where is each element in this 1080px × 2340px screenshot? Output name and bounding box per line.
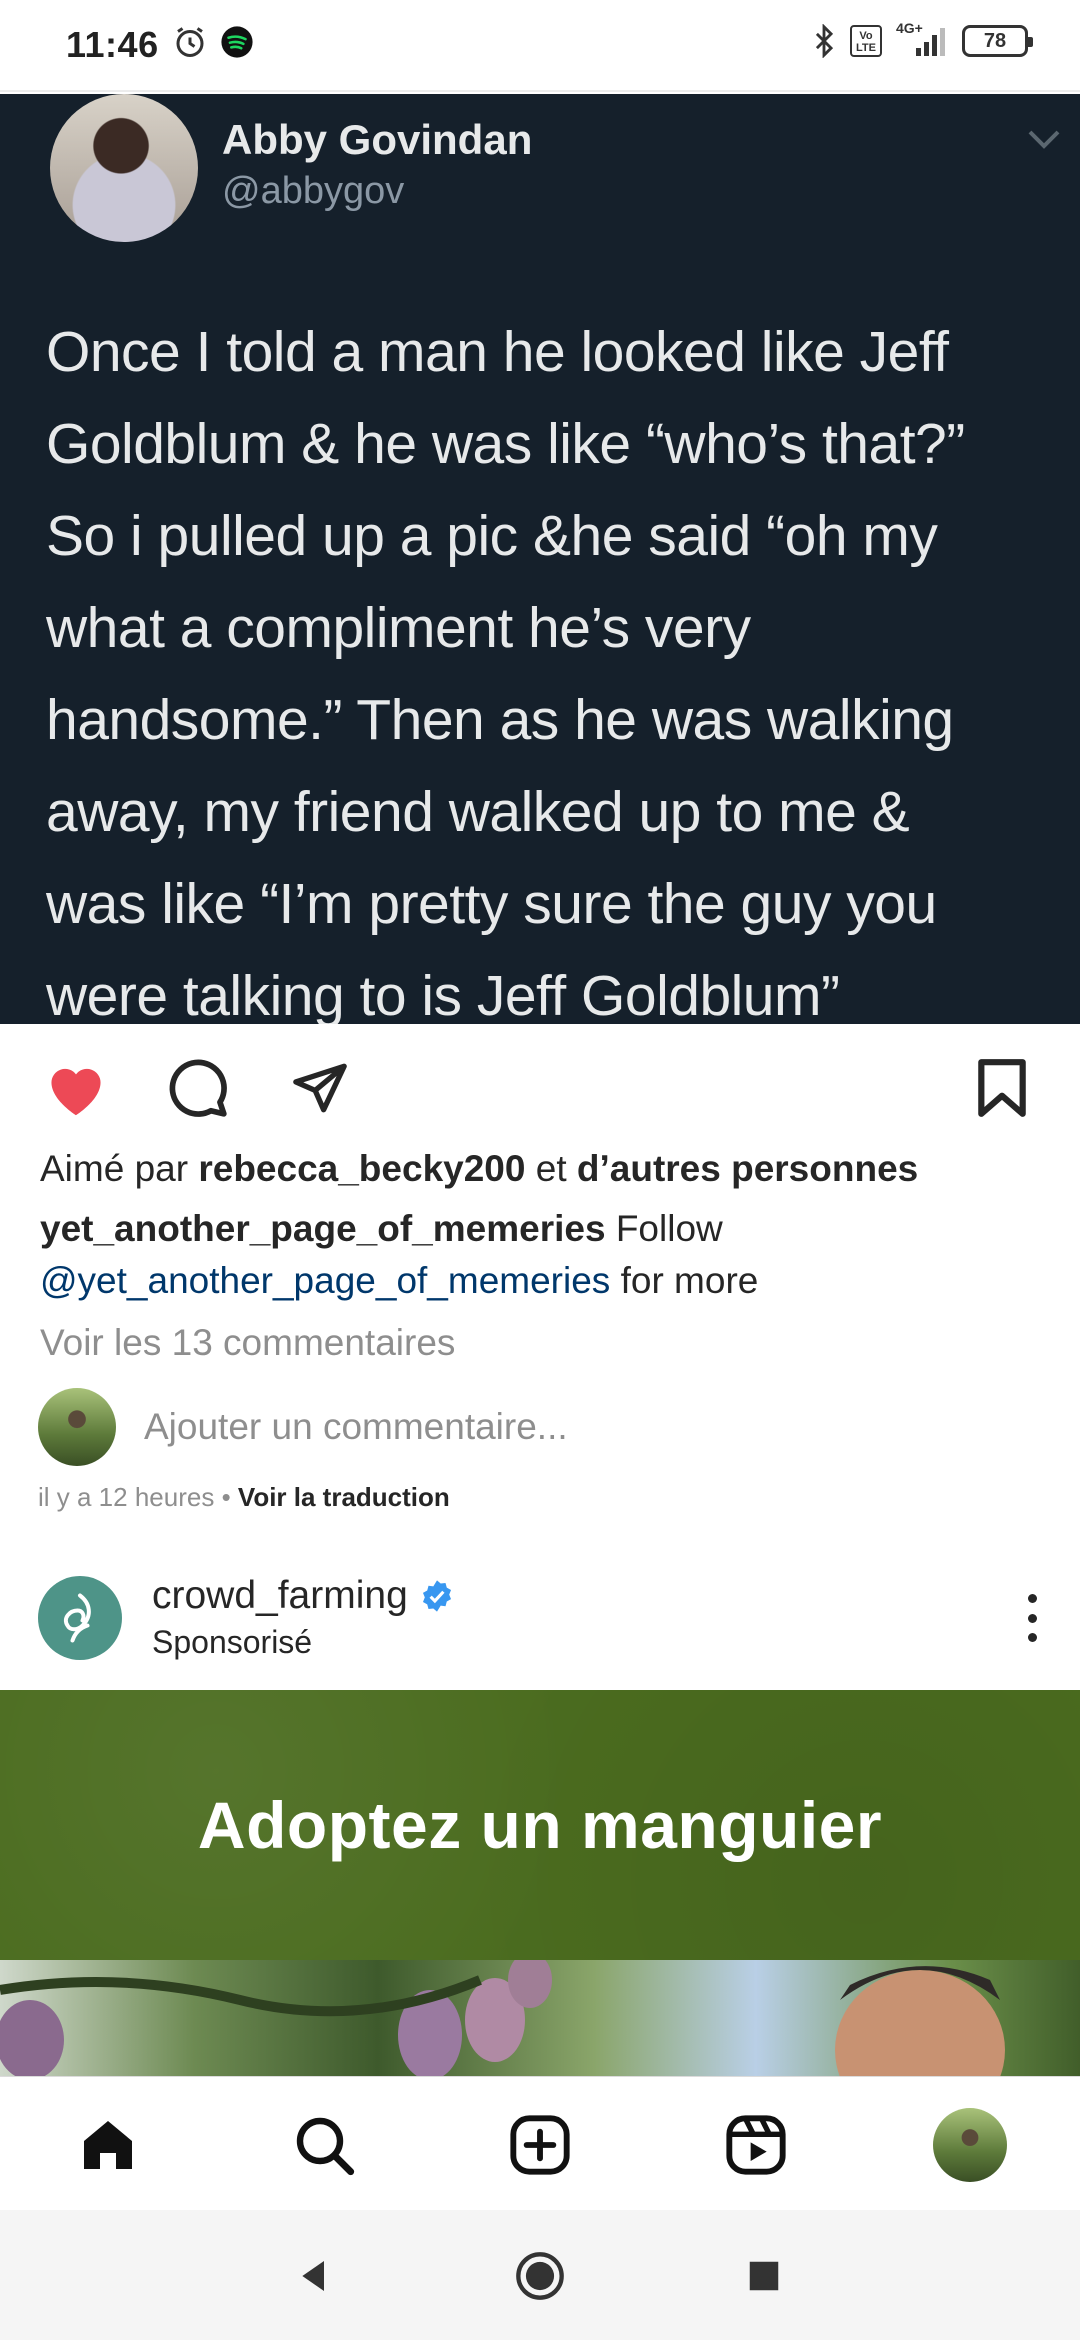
caption-line-2: @yet_another_page_of_memeries for more (40, 1260, 758, 1302)
tweet-author-name: Abby Govindan (222, 116, 533, 163)
tweet-author-handle: @abbygov (222, 170, 405, 212)
search-icon (296, 2117, 355, 2176)
tweet-line: Once I told a man he looked like Jeff (46, 320, 949, 384)
spotify-icon (221, 26, 253, 58)
battery-indicator: 78 (962, 25, 1033, 57)
system-nav-bar (0, 2210, 1080, 2340)
home-icon (84, 2121, 132, 2169)
profile-avatar (933, 2108, 1007, 2182)
crowdfarming-logo-icon (63, 1593, 91, 1643)
create-icon (510, 2115, 570, 2175)
likes-summary[interactable]: Aimé par rebecca_becky200 et d’autres pe… (40, 1148, 918, 1190)
meta-separator: • (221, 1482, 231, 1512)
sponsor-username[interactable]: crowd_farming (152, 1574, 408, 1618)
nav-home[interactable] (70, 2107, 146, 2183)
comment-button[interactable] (164, 1054, 232, 1122)
tweet-line: So i pulled up a pic &he said “oh my (46, 504, 938, 568)
tweet-line: was like “I’m pretty sure the guy you (46, 872, 937, 936)
likes-user-link[interactable]: rebecca_becky200 (198, 1148, 525, 1189)
nav-profile[interactable] (932, 2107, 1008, 2183)
dot (1027, 1613, 1037, 1623)
post-image-tweet[interactable]: Abby Govindan @abbygov Once I told a man… (0, 94, 1080, 1024)
save-button[interactable] (968, 1054, 1036, 1122)
home-circle-icon (516, 2252, 564, 2300)
bluetooth-icon (815, 24, 834, 58)
share-button[interactable] (286, 1054, 354, 1122)
ad-photo-mangoes[interactable] (0, 1960, 1080, 2076)
tweet-line: were talking to is Jeff Goldblum” (46, 964, 840, 1024)
share-icon (293, 1063, 347, 1113)
system-home-button[interactable] (512, 2248, 568, 2304)
sponsor-name-row[interactable]: crowd_farming (152, 1574, 454, 1618)
caption-text: Follow (615, 1208, 723, 1249)
status-bar: 11:46 Vo LTE 4G+ 78 (0, 0, 1080, 92)
sponsored-label: Sponsorisé (152, 1624, 313, 1660)
ad-photo-illustration (0, 1960, 1005, 2076)
likes-and: et (535, 1148, 567, 1189)
volte-icon: Vo LTE (850, 25, 882, 57)
more-options-button[interactable] (1012, 1590, 1052, 1646)
see-translation-link[interactable]: Voir la traduction (238, 1482, 450, 1512)
dot (1027, 1633, 1037, 1642)
likes-prefix: Aimé par (40, 1148, 189, 1189)
alarm-icon (176, 27, 204, 57)
like-button[interactable] (42, 1054, 110, 1122)
avatar (38, 1388, 116, 1466)
add-comment-input[interactable]: Ajouter un commentaire... (144, 1406, 568, 1448)
tweet-line: Goldblum & he was like “who’s that?” (46, 412, 965, 476)
post-meta: il y a 12 heures • Voir la traduction (38, 1482, 450, 1513)
caption: yet_another_page_of_memeries Follow (40, 1208, 723, 1250)
comment-icon (169, 1059, 227, 1117)
bottom-nav (0, 2076, 1080, 2210)
nav-create[interactable] (502, 2107, 578, 2183)
tweet-line: away, my friend walked up to me & (46, 780, 910, 844)
signal-icon: 4G+ (896, 20, 948, 58)
caption-mention-link[interactable]: @yet_another_page_of_memeries (40, 1260, 610, 1301)
ad-banner[interactable]: Adoptez un manguier (0, 1690, 1080, 1960)
post-time: il y a 12 heures (38, 1482, 215, 1512)
tweet-line: handsome.” Then as he was walking (46, 688, 954, 752)
sponsor-avatar[interactable] (38, 1576, 122, 1660)
view-comments-link[interactable]: Voir les 13 commentaires (40, 1322, 455, 1364)
nav-search[interactable] (286, 2107, 362, 2183)
nav-reels[interactable] (718, 2107, 794, 2183)
chevron-down-icon (1028, 130, 1060, 149)
add-comment-row[interactable]: Ajouter un commentaire... (38, 1388, 568, 1466)
recents-square-icon (749, 2261, 779, 2291)
status-system-icons: Vo LTE 4G+ 78 (812, 20, 1033, 58)
reels-icon (726, 2115, 786, 2175)
verified-badge-icon (422, 1580, 451, 1612)
status-time: 11:46 (66, 24, 159, 65)
tweet-text: Once I told a man he looked like Jeff Go… (46, 306, 1056, 1024)
post-action-bar (0, 1040, 1080, 1130)
system-recents-button[interactable] (736, 2248, 792, 2304)
likes-others-link[interactable]: d’autres personnes (577, 1148, 918, 1189)
tweet-avatar (50, 94, 198, 242)
tweet-line: what a compliment he’s very (46, 596, 751, 660)
system-back-button[interactable] (286, 2248, 342, 2304)
dot (1027, 1594, 1037, 1603)
heart-icon (51, 1068, 101, 1116)
caption-tail: for more (620, 1260, 759, 1301)
back-triangle-icon (302, 2261, 324, 2291)
bookmark-icon (978, 1059, 1026, 1117)
ad-title: Adoptez un manguier (197, 1788, 883, 1862)
status-notification-icons (172, 24, 254, 60)
caption-username[interactable]: yet_another_page_of_memeries (40, 1208, 606, 1249)
